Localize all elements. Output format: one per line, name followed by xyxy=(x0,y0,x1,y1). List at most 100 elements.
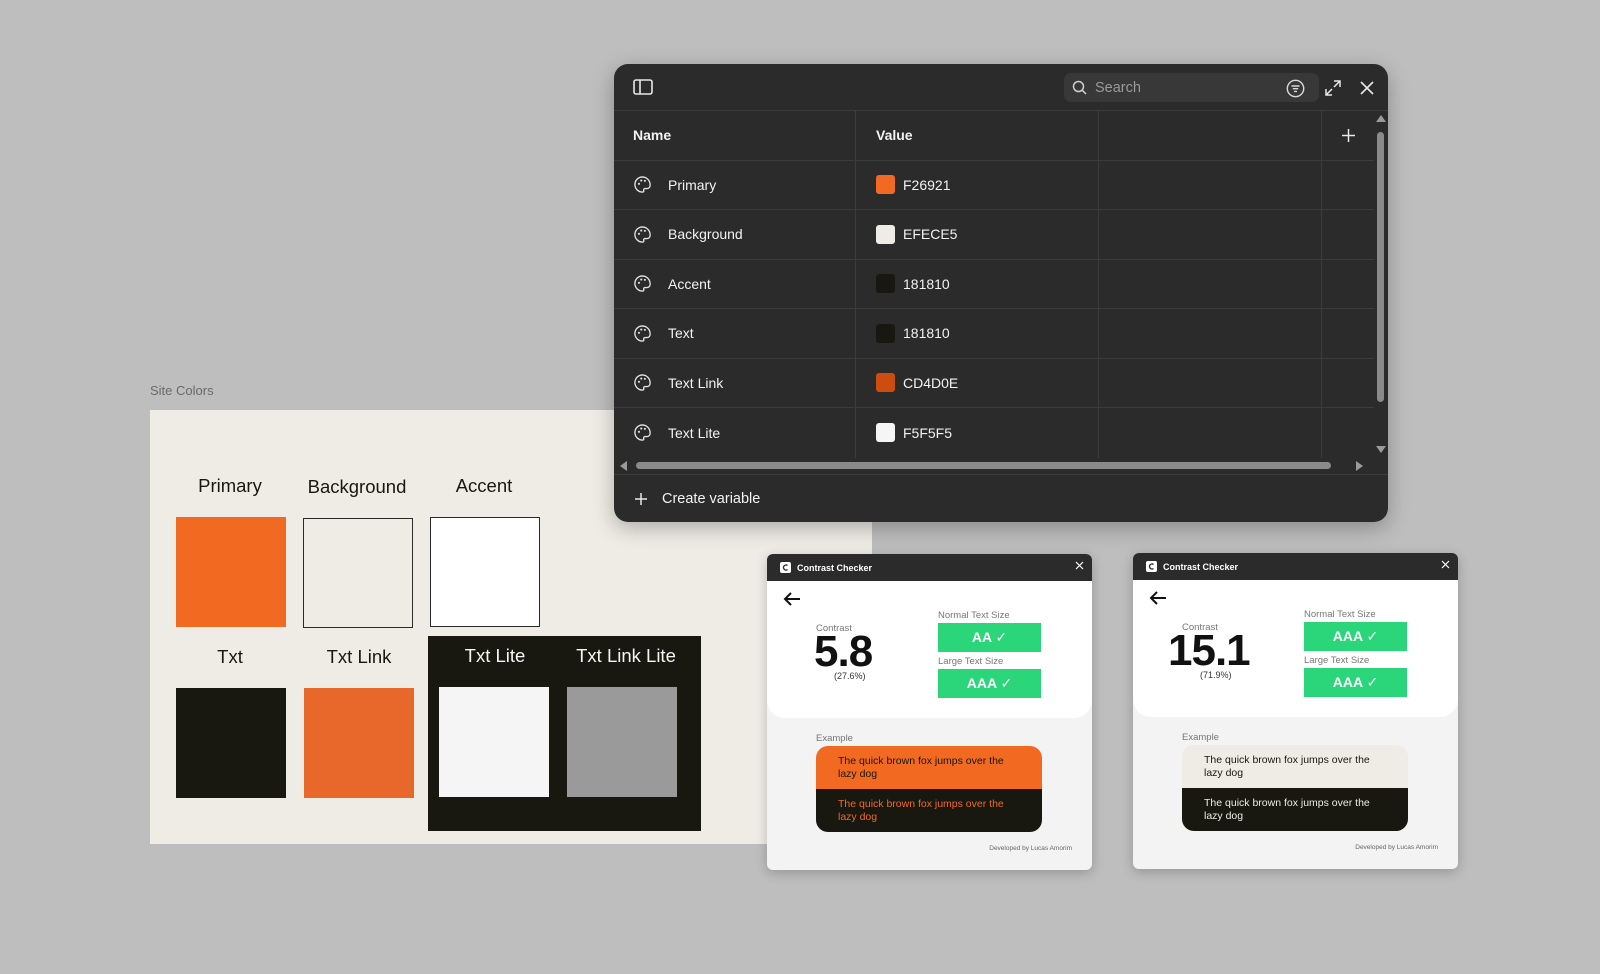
variable-name: Text Lite xyxy=(668,424,721,441)
plus-icon xyxy=(1341,128,1355,142)
close-icon[interactable] xyxy=(1441,560,1450,571)
table-row[interactable]: Accent 181810 xyxy=(614,259,1374,309)
variable-value: F5F5F5 xyxy=(903,424,953,441)
contrast-percent: (27.6%) xyxy=(834,671,866,681)
example-sample-2: The quick brown fox jumps over the lazy … xyxy=(1182,788,1408,831)
palette-icon xyxy=(633,373,653,393)
search-icon xyxy=(1072,80,1087,95)
palette-icon xyxy=(633,175,653,195)
variable-value: F26921 xyxy=(903,176,951,193)
horizontal-scroll-thumb[interactable] xyxy=(636,462,1331,469)
close-icon[interactable] xyxy=(1356,77,1378,99)
variable-name: Primary xyxy=(668,176,717,193)
checker-result-area: Contrast 15.1 (71.9%) Normal Text Size A… xyxy=(1133,580,1458,717)
table-header: Name Value xyxy=(614,111,1374,161)
checker-title: Contrast Checker xyxy=(797,562,873,573)
swatch-accent[interactable] xyxy=(430,517,540,627)
variable-name: Text xyxy=(668,325,694,342)
swatch-background[interactable] xyxy=(303,518,413,628)
scroll-up-icon[interactable] xyxy=(1375,114,1387,124)
table-row[interactable]: Background EFECE5 xyxy=(614,210,1374,260)
column-header-value[interactable]: Value xyxy=(856,111,1099,160)
column-header-name[interactable]: Name xyxy=(614,111,856,160)
normal-text-label: Normal Text Size xyxy=(1304,609,1376,620)
app-logo-icon xyxy=(780,562,791,573)
checker-titlebar: Contrast Checker xyxy=(767,554,1092,581)
app-logo-icon xyxy=(1146,561,1157,572)
palette-icon xyxy=(633,423,653,443)
plus-icon xyxy=(635,492,647,505)
swatch-label-primary: Primary xyxy=(198,475,262,496)
sidebar-toggle-icon[interactable] xyxy=(632,77,654,97)
palette-icon xyxy=(633,323,653,343)
create-variable-label: Create variable xyxy=(662,490,761,507)
swatch-label-txt: Txt xyxy=(217,646,243,667)
swatch-txt-link-lite[interactable] xyxy=(567,687,677,797)
large-text-badge: AAA ✓ xyxy=(1304,668,1407,697)
variable-value: CD4D0E xyxy=(903,374,959,391)
search-input[interactable] xyxy=(1095,79,1275,96)
color-chip[interactable] xyxy=(876,373,895,393)
color-chip[interactable] xyxy=(876,323,895,343)
palette-icon xyxy=(633,274,653,294)
scroll-right-icon[interactable] xyxy=(1354,460,1364,472)
checker-title: Contrast Checker xyxy=(1163,561,1239,572)
contrast-ratio: 15.1 xyxy=(1168,626,1251,675)
color-chip[interactable] xyxy=(876,274,895,294)
table-row[interactable]: Text Link CD4D0E xyxy=(614,358,1374,408)
example-sample-1: The quick brown fox jumps over the lazy … xyxy=(1182,745,1408,788)
large-text-label: Large Text Size xyxy=(938,656,1004,667)
contrast-checker-window-1: Contrast Checker Contrast 5.8 (27.6%) No… xyxy=(767,554,1092,870)
table-row[interactable]: Primary F26921 xyxy=(614,160,1374,210)
swatch-txt[interactable] xyxy=(176,688,286,798)
variable-value: 181810 xyxy=(903,325,950,342)
swatch-primary[interactable] xyxy=(176,517,286,627)
variable-name: Background xyxy=(668,226,743,243)
normal-text-label: Normal Text Size xyxy=(938,610,1010,621)
expand-icon[interactable] xyxy=(1322,77,1344,99)
vertical-scroll-thumb[interactable] xyxy=(1377,132,1384,402)
table-row[interactable]: Text Lite F5F5F5 xyxy=(614,408,1374,458)
developer-credit: Developed by Lucas Amorim xyxy=(989,845,1072,852)
search-box[interactable] xyxy=(1064,73,1319,102)
filter-icon[interactable] xyxy=(1284,77,1306,99)
palette-icon xyxy=(633,224,653,244)
swatch-label-txt-link-lite: Txt Link Lite xyxy=(576,645,676,666)
panel-header xyxy=(614,64,1388,111)
scroll-left-icon[interactable] xyxy=(619,460,629,472)
table-row[interactable]: Text 181810 xyxy=(614,309,1374,359)
color-chip[interactable] xyxy=(876,224,895,244)
checker-result-area: Contrast 5.8 (27.6%) Normal Text Size AA… xyxy=(767,581,1092,718)
variable-value: EFECE5 xyxy=(903,226,958,243)
example-sample-1: The quick brown fox jumps over the lazy … xyxy=(816,746,1042,789)
contrast-percent: (71.9%) xyxy=(1200,670,1232,680)
create-variable-button[interactable]: Create variable xyxy=(614,474,1388,522)
example-sample-2: The quick brown fox jumps over the lazy … xyxy=(816,789,1042,832)
swatch-label-accent: Accent xyxy=(455,475,513,496)
developer-credit: Developed by Lucas Amorim xyxy=(1355,844,1438,851)
horizontal-scrollbar[interactable] xyxy=(614,457,1374,473)
color-chip[interactable] xyxy=(876,423,895,443)
add-column-button[interactable] xyxy=(1322,111,1374,160)
example-label: Example xyxy=(1182,732,1219,743)
variables-table: Name Value Primary F26921 Background EFE… xyxy=(614,111,1374,458)
variable-value: 181810 xyxy=(903,275,950,292)
checker-titlebar: Contrast Checker xyxy=(1133,553,1458,580)
back-arrow-icon[interactable] xyxy=(783,591,801,607)
scroll-down-icon[interactable] xyxy=(1375,444,1387,454)
board-title: Site Colors xyxy=(150,383,214,398)
large-text-badge: AAA ✓ xyxy=(938,669,1041,698)
large-text-label: Large Text Size xyxy=(1304,655,1370,666)
column-header-empty xyxy=(1099,111,1322,160)
swatch-txt-lite[interactable] xyxy=(439,687,549,797)
back-arrow-icon[interactable] xyxy=(1149,590,1167,606)
swatch-txt-link[interactable] xyxy=(304,688,414,798)
variable-name: Text Link xyxy=(668,374,724,391)
close-icon[interactable] xyxy=(1075,561,1084,572)
swatch-label-background: Background xyxy=(307,476,407,497)
example-label: Example xyxy=(816,733,853,744)
contrast-ratio: 5.8 xyxy=(814,627,873,676)
color-chip[interactable] xyxy=(876,175,895,195)
vertical-scrollbar[interactable] xyxy=(1374,114,1388,454)
normal-text-badge: AAA ✓ xyxy=(1304,622,1407,651)
